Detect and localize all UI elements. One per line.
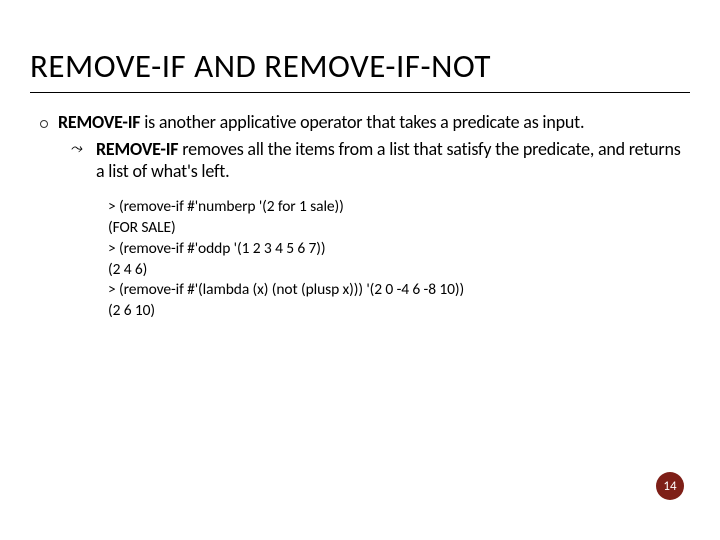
bullet-2-text: REMOVE-IF removes all the items from a l… [96,138,690,183]
code-line: (2 4 6) [108,260,690,281]
code-line: > (remove-if #'(lambda (x) (not (plusp x… [108,280,690,301]
title-underline [30,92,690,93]
bullet-circle-icon [30,114,58,137]
bullet-level-2: ⤳ REMOVE-IF removes all the items from a… [30,138,690,183]
bullet-1-text: REMOVE-IF is another applicative operato… [58,111,690,134]
slide-title: REMOVE-IF AND REMOVE-IF-NOT [30,48,690,84]
page-number-badge: 14 [656,472,684,500]
code-line: > (remove-if #'numberp '(2 for 1 sale)) [108,197,690,218]
slide: REMOVE-IF AND REMOVE-IF-NOT REMOVE-IF is… [0,0,720,540]
bullet-2-strong: REMOVE-IF [96,138,178,160]
code-block: > (remove-if #'numberp '(2 for 1 sale)) … [30,197,690,323]
bullet-1-rest: is another applicative operator that tak… [140,111,584,133]
bullet-1-strong: REMOVE-IF [58,111,140,133]
bullet-level-1: REMOVE-IF is another applicative operato… [30,111,690,134]
page-number: 14 [663,479,676,494]
bullet-script-icon: ⤳ [70,140,96,185]
code-line: (FOR SALE) [108,218,690,239]
bullet-2-rest: removes all the items from a list that s… [96,138,681,183]
code-line: > (remove-if #'oddp '(1 2 3 4 5 6 7)) [108,239,690,260]
code-line: (2 6 10) [108,301,690,322]
